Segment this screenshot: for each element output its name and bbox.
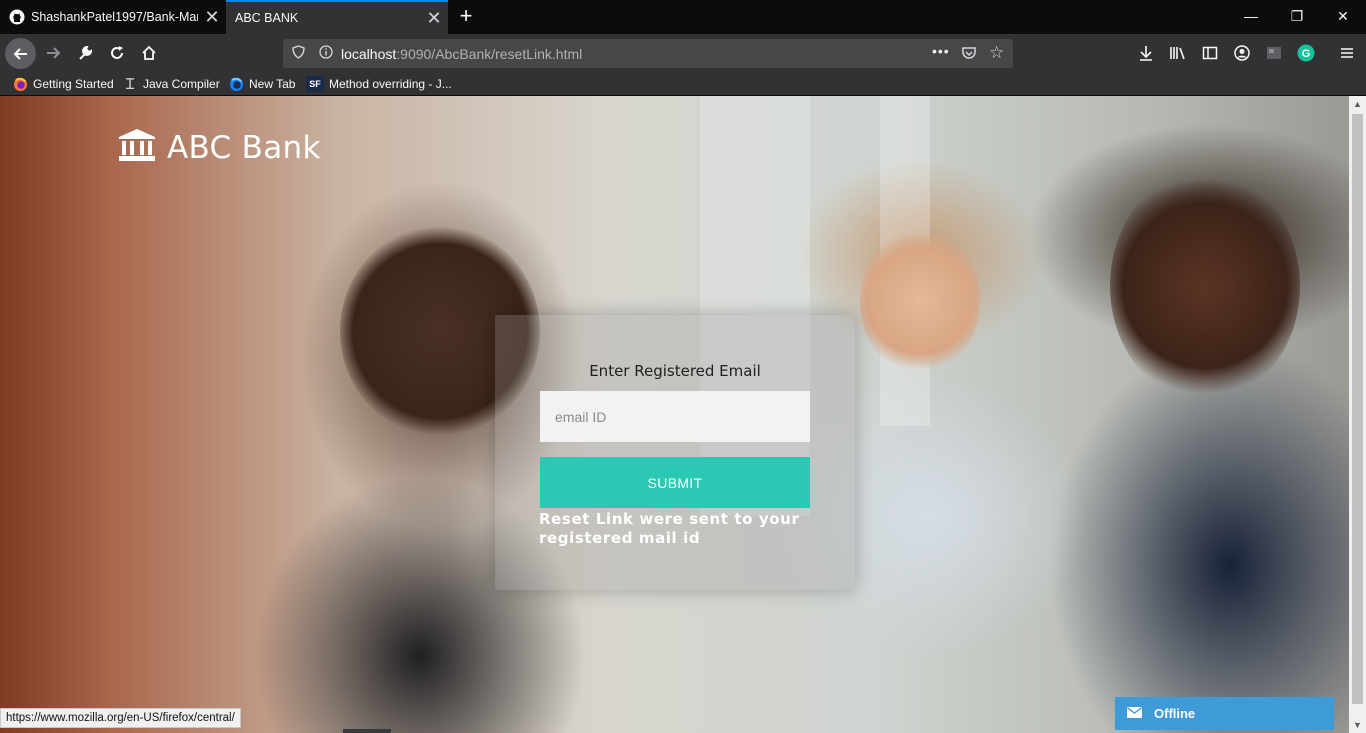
- url-path: :9090/AbcBank/resetLink.html: [396, 45, 583, 62]
- back-button[interactable]: [5, 38, 36, 69]
- minimize-icon[interactable]: —: [1228, 0, 1274, 34]
- pocket-icon[interactable]: [961, 45, 977, 64]
- account-icon[interactable]: [1227, 38, 1257, 68]
- tab-strip: ShashankPatel1997/Bank-Mana ✕ ABC BANK ✕…: [0, 0, 1366, 34]
- back-arrow-icon: [13, 47, 27, 60]
- sf-icon: SF: [306, 76, 324, 92]
- tab-title: ShashankPatel1997/Bank-Mana: [31, 10, 198, 24]
- tracking-shield-icon[interactable]: [283, 45, 313, 62]
- download-icon[interactable]: [1131, 38, 1161, 68]
- page-scrollbar[interactable]: ▲ ▼: [1349, 96, 1366, 733]
- page-actions-icon[interactable]: •••: [932, 43, 950, 59]
- menu-icon[interactable]: [1332, 38, 1362, 68]
- forward-button[interactable]: [38, 38, 68, 68]
- scroll-up-icon[interactable]: ▲: [1349, 96, 1366, 112]
- bookmark-method-overriding[interactable]: SF Method overriding - J...: [306, 75, 452, 93]
- reset-confirmation-message: Reset Link were sent to your registered …: [539, 510, 800, 547]
- tab-github[interactable]: ShashankPatel1997/Bank-Mana ✕: [0, 0, 226, 34]
- reload-icon[interactable]: [102, 38, 132, 68]
- new-tab-icon[interactable]: +: [452, 4, 480, 30]
- svg-text:G: G: [1302, 48, 1311, 60]
- github-icon: [9, 9, 25, 25]
- close-tab-icon[interactable]: ✕: [198, 7, 226, 28]
- forward-arrow-icon: [47, 47, 61, 59]
- extension-icon[interactable]: [1259, 38, 1289, 68]
- bookmark-label: New Tab: [249, 77, 296, 91]
- home-icon[interactable]: [134, 38, 164, 68]
- firefox-icon: [12, 76, 28, 92]
- bank-icon: [119, 129, 155, 166]
- url-text[interactable]: localhost:9090/AbcBank/resetLink.html: [341, 46, 582, 62]
- brand-title: ABC Bank: [167, 129, 321, 166]
- background-person: [860, 226, 980, 376]
- close-tab-icon[interactable]: ✕: [420, 8, 448, 29]
- reset-form-card: Enter Registered Email SUBMIT Reset Link…: [495, 315, 855, 590]
- firefox-icon: [228, 76, 244, 92]
- bookmark-label: Java Compiler: [143, 77, 220, 91]
- navigation-toolbar: localhost:9090/AbcBank/resetLink.html ••…: [0, 34, 1366, 72]
- restore-icon[interactable]: ❐: [1274, 0, 1320, 34]
- background-person: [1110, 171, 1300, 401]
- library-icon[interactable]: [1163, 38, 1193, 68]
- bookmark-star-icon[interactable]: ☆: [989, 43, 1004, 63]
- chat-widget[interactable]: Offline: [1115, 697, 1334, 730]
- address-bar[interactable]: localhost:9090/AbcBank/resetLink.html ••…: [283, 39, 1013, 68]
- page-bottom-edge: [343, 729, 391, 733]
- bookmark-getting-started[interactable]: Getting Started: [12, 75, 114, 93]
- scroll-down-icon[interactable]: ▼: [1349, 717, 1366, 733]
- scroll-thumb[interactable]: [1352, 114, 1363, 704]
- bookmark-label: Method overriding - J...: [329, 77, 452, 91]
- email-input[interactable]: [540, 391, 810, 442]
- bookmark-label: Getting Started: [33, 77, 114, 91]
- status-link-preview: https://www.mozilla.org/en-US/firefox/ce…: [0, 708, 241, 728]
- brand-logo[interactable]: ABC Bank: [119, 129, 321, 166]
- tab-title: ABC BANK: [235, 11, 299, 25]
- chat-status-label: Offline: [1154, 706, 1196, 721]
- submit-button[interactable]: SUBMIT: [540, 457, 810, 508]
- window-close-icon[interactable]: ✕: [1320, 0, 1366, 34]
- mail-icon: [1127, 706, 1142, 721]
- grammarly-icon[interactable]: G: [1291, 38, 1321, 68]
- text-cursor-icon: Ɪ: [125, 76, 135, 93]
- tab-abc-bank[interactable]: ABC BANK ✕: [226, 0, 448, 34]
- bookmarks-toolbar: Getting Started Ɪ Java Compiler New Tab …: [0, 72, 1366, 96]
- bookmark-new-tab[interactable]: New Tab: [228, 75, 295, 93]
- bookmark-java-compiler[interactable]: Ɪ Java Compiler: [122, 75, 220, 93]
- form-heading: Enter Registered Email: [589, 362, 761, 380]
- site-info-icon[interactable]: [313, 45, 339, 62]
- page-background: ABC Bank Enter Registered Email SUBMIT R…: [0, 96, 1349, 733]
- wrench-icon[interactable]: [70, 38, 100, 68]
- sidebar-icon[interactable]: [1195, 38, 1225, 68]
- url-host: localhost: [341, 45, 397, 62]
